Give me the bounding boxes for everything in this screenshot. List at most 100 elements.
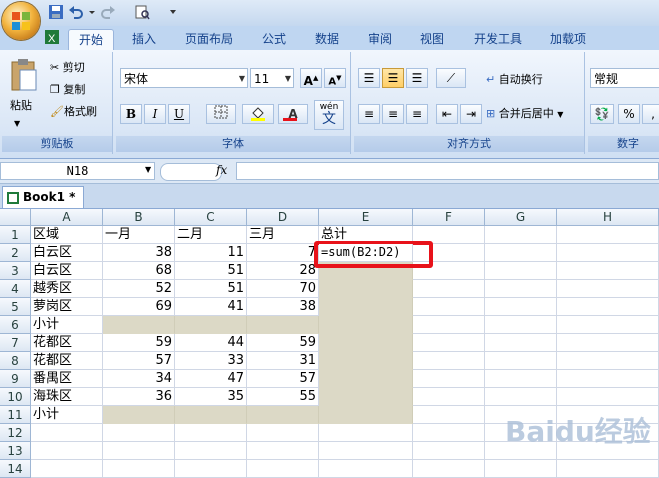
column-header[interactable]: B bbox=[103, 209, 175, 226]
row-header[interactable]: 9 bbox=[0, 370, 31, 388]
customize-toolbar-icon[interactable] bbox=[168, 4, 178, 20]
table-cell[interactable]: 52 bbox=[103, 280, 175, 298]
table-cell[interactable] bbox=[103, 424, 175, 442]
table-cell[interactable]: 白云区 bbox=[31, 262, 103, 280]
table-cell[interactable]: 59 bbox=[247, 334, 319, 352]
office-button[interactable] bbox=[2, 2, 40, 40]
name-box[interactable]: N18 bbox=[0, 162, 155, 180]
row-header[interactable]: 11 bbox=[0, 406, 31, 424]
workbook-tab[interactable]: Book1 * bbox=[2, 186, 84, 208]
table-cell[interactable] bbox=[319, 352, 413, 370]
fill-color-button[interactable] bbox=[242, 104, 274, 124]
insert-function-button[interactable]: fx bbox=[216, 163, 227, 177]
table-cell[interactable]: 57 bbox=[103, 352, 175, 370]
currency-button[interactable]: 💱 bbox=[590, 104, 614, 124]
column-header[interactable]: A bbox=[31, 209, 103, 226]
table-cell[interactable]: 44 bbox=[175, 334, 247, 352]
table-cell[interactable]: 47 bbox=[175, 370, 247, 388]
table-cell[interactable] bbox=[485, 298, 557, 316]
tab-formulas[interactable]: 公式 bbox=[252, 29, 296, 50]
table-cell[interactable] bbox=[485, 334, 557, 352]
table-cell[interactable]: 11 bbox=[175, 244, 247, 262]
table-cell[interactable] bbox=[557, 280, 659, 298]
table-cell[interactable]: 花都区 bbox=[31, 334, 103, 352]
table-cell[interactable] bbox=[175, 442, 247, 460]
column-header[interactable]: G bbox=[485, 209, 557, 226]
table-cell[interactable] bbox=[557, 334, 659, 352]
format-painter-button[interactable]: 🖌格式刷 bbox=[50, 102, 97, 122]
column-header[interactable]: D bbox=[247, 209, 319, 226]
table-cell[interactable] bbox=[413, 298, 485, 316]
table-cell[interactable]: 68 bbox=[103, 262, 175, 280]
tab-view[interactable]: 视图 bbox=[410, 29, 454, 50]
table-cell[interactable] bbox=[247, 442, 319, 460]
table-cell[interactable]: 70 bbox=[247, 280, 319, 298]
column-header[interactable]: C bbox=[175, 209, 247, 226]
table-cell[interactable] bbox=[485, 388, 557, 406]
table-cell[interactable] bbox=[557, 226, 659, 244]
table-cell[interactable] bbox=[413, 424, 485, 442]
table-cell[interactable] bbox=[319, 406, 413, 424]
table-cell[interactable] bbox=[485, 352, 557, 370]
table-cell[interactable]: 69 bbox=[103, 298, 175, 316]
table-cell[interactable] bbox=[485, 280, 557, 298]
wrap-text-button[interactable]: ↵ 自动换行 bbox=[486, 70, 543, 90]
table-cell[interactable]: 花都区 bbox=[31, 352, 103, 370]
row-header[interactable]: 13 bbox=[0, 442, 31, 460]
row-header[interactable]: 5 bbox=[0, 298, 31, 316]
decrease-indent-button[interactable]: ⇤ bbox=[436, 104, 458, 124]
table-cell[interactable] bbox=[247, 460, 319, 478]
align-top-button[interactable]: ☰ bbox=[358, 68, 380, 88]
tab-home[interactable]: 开始 bbox=[68, 29, 114, 51]
table-cell[interactable]: 越秀区 bbox=[31, 280, 103, 298]
row-header[interactable]: 8 bbox=[0, 352, 31, 370]
formula-input[interactable] bbox=[236, 162, 659, 180]
table-cell[interactable] bbox=[247, 424, 319, 442]
table-cell[interactable]: 38 bbox=[247, 298, 319, 316]
merge-center-button[interactable]: ⊞ 合并后居中 ▼ bbox=[486, 104, 563, 124]
table-cell[interactable] bbox=[103, 442, 175, 460]
row-header[interactable]: 10 bbox=[0, 388, 31, 406]
table-cell[interactable]: 34 bbox=[103, 370, 175, 388]
table-cell[interactable]: 三月 bbox=[247, 226, 319, 244]
print-preview-icon[interactable] bbox=[134, 4, 150, 20]
grow-font-button[interactable]: A▲ bbox=[300, 68, 322, 88]
table-cell[interactable]: 41 bbox=[175, 298, 247, 316]
undo-dropdown-icon[interactable] bbox=[88, 4, 96, 20]
table-cell[interactable] bbox=[413, 334, 485, 352]
table-cell[interactable] bbox=[31, 460, 103, 478]
table-cell[interactable] bbox=[31, 424, 103, 442]
table-cell[interactable] bbox=[413, 388, 485, 406]
orientation-button[interactable]: ⟋ bbox=[436, 68, 466, 88]
save-icon[interactable] bbox=[48, 4, 64, 20]
table-cell[interactable] bbox=[319, 280, 413, 298]
table-cell[interactable] bbox=[413, 280, 485, 298]
table-cell[interactable] bbox=[319, 442, 413, 460]
table-cell[interactable]: 36 bbox=[103, 388, 175, 406]
redo-icon[interactable] bbox=[100, 4, 116, 20]
bold-button[interactable]: B bbox=[120, 104, 142, 124]
table-cell[interactable]: 区域 bbox=[31, 226, 103, 244]
table-cell[interactable]: 萝岗区 bbox=[31, 298, 103, 316]
table-cell[interactable]: 小计 bbox=[31, 316, 103, 334]
table-cell[interactable]: 33 bbox=[175, 352, 247, 370]
name-box-dropdown-icon[interactable]: ▼ bbox=[145, 165, 151, 174]
table-cell[interactable] bbox=[103, 460, 175, 478]
table-cell[interactable]: 二月 bbox=[175, 226, 247, 244]
table-cell[interactable] bbox=[319, 460, 413, 478]
table-cell[interactable] bbox=[557, 352, 659, 370]
row-header[interactable]: 2 bbox=[0, 244, 31, 262]
font-name-select[interactable]: 宋体 ▼ bbox=[120, 68, 248, 88]
underline-button[interactable]: U bbox=[168, 104, 190, 124]
column-header[interactable]: E bbox=[319, 209, 413, 226]
paste-dropdown-icon[interactable]: ▼ bbox=[14, 114, 20, 134]
percent-button[interactable]: % bbox=[618, 104, 640, 124]
table-cell[interactable] bbox=[485, 370, 557, 388]
table-cell[interactable]: 57 bbox=[247, 370, 319, 388]
align-middle-button[interactable]: ☰ bbox=[382, 68, 404, 88]
table-cell[interactable] bbox=[319, 424, 413, 442]
table-cell[interactable] bbox=[103, 316, 175, 334]
tab-insert[interactable]: 插入 bbox=[122, 29, 166, 50]
table-cell[interactable] bbox=[319, 316, 413, 334]
row-header[interactable]: 4 bbox=[0, 280, 31, 298]
